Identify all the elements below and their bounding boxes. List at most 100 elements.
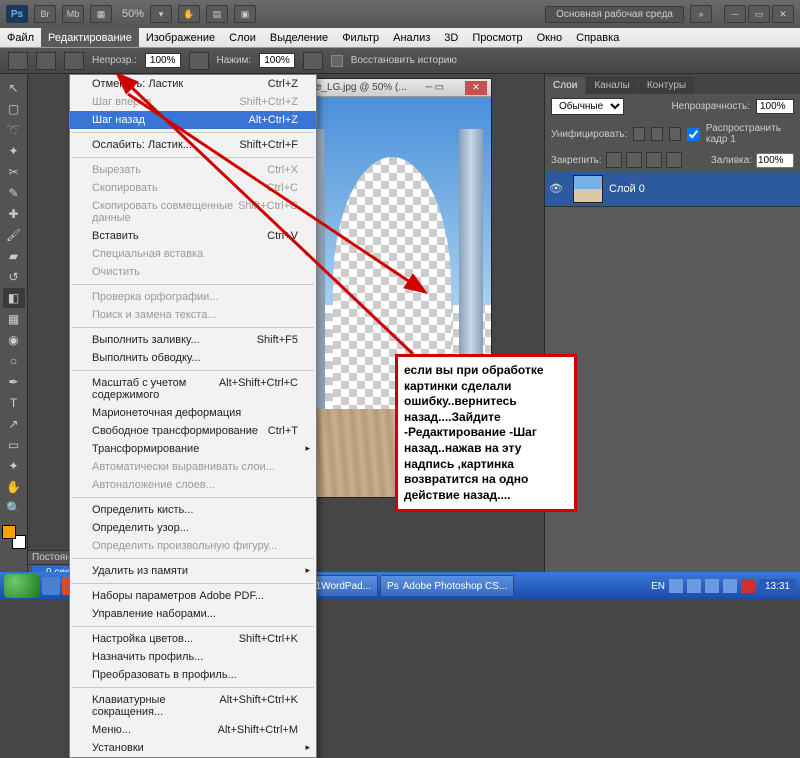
menu-edit[interactable]: Редактирование <box>41 28 139 47</box>
pressure-opacity-icon[interactable] <box>189 52 209 70</box>
menu-item[interactable]: Наборы параметров Adobe PDF... <box>70 587 316 605</box>
menu-item[interactable]: Удалить из памяти <box>70 562 316 580</box>
menu-file[interactable]: Файл <box>0 28 41 47</box>
unify-style-icon[interactable] <box>669 127 681 141</box>
menu-view[interactable]: Просмотр <box>465 28 529 47</box>
brush-size-icon[interactable] <box>36 52 56 70</box>
menu-item[interactable]: Установки <box>70 739 316 757</box>
wand-tool-icon[interactable]: ✦ <box>3 141 25 161</box>
menu-3d[interactable]: 3D <box>437 28 465 47</box>
lock-paint-icon[interactable] <box>626 152 642 168</box>
quick-launch-icon[interactable] <box>42 577 60 595</box>
healing-tool-icon[interactable]: ✚ <box>3 204 25 224</box>
taskbar-item-photoshop[interactable]: PsAdobe Photoshop CS... <box>380 575 514 597</box>
minimize-icon[interactable]: ─ <box>724 5 746 23</box>
menu-item[interactable]: Настройка цветов...Shift+Ctrl+K <box>70 630 316 648</box>
blur-tool-icon[interactable]: ◉ <box>3 330 25 350</box>
menu-help[interactable]: Справка <box>569 28 626 47</box>
tray-icon[interactable] <box>741 579 755 593</box>
blend-mode-select[interactable]: Обычные <box>551 98 624 115</box>
tray-icon[interactable] <box>705 579 719 593</box>
doc-close-icon[interactable]: ✕ <box>465 81 487 95</box>
close-icon[interactable]: ✕ <box>772 5 794 23</box>
menu-layers[interactable]: Слои <box>222 28 263 47</box>
screen-mode-icon[interactable]: ▣ <box>234 5 256 23</box>
lock-all-icon[interactable] <box>666 152 682 168</box>
marquee-tool-icon[interactable]: ▢ <box>3 99 25 119</box>
restore-history-checkbox[interactable] <box>331 55 343 67</box>
brush-panel-icon[interactable] <box>64 52 84 70</box>
menu-item[interactable]: Клавиатурные сокращения...Alt+Shift+Ctrl… <box>70 691 316 721</box>
menu-item[interactable]: Назначить профиль... <box>70 648 316 666</box>
color-picker[interactable] <box>2 525 26 549</box>
zoom-tool-icon[interactable]: 🔍 <box>3 498 25 518</box>
menu-select[interactable]: Выделение <box>263 28 335 47</box>
brush-tool-icon[interactable]: 🖌 <box>3 225 25 245</box>
minibridge-icon[interactable]: Mb <box>62 5 84 23</box>
menu-item[interactable]: Определить узор... <box>70 519 316 537</box>
layer-row[interactable]: 👁 Слой 0 <box>545 171 800 207</box>
crop-tool-icon[interactable]: ✂ <box>3 162 25 182</box>
arrange-icon[interactable]: ▤ <box>206 5 228 23</box>
menu-analysis[interactable]: Анализ <box>386 28 437 47</box>
menu-window[interactable]: Окно <box>530 28 570 47</box>
menu-item[interactable]: Масштаб с учетом содержимогоAlt+Shift+Ct… <box>70 374 316 404</box>
fill-field[interactable] <box>756 153 794 168</box>
chevrons-icon[interactable]: » <box>690 5 712 23</box>
start-button[interactable] <box>4 574 40 598</box>
toolbox: ↖ ▢ ➰ ✦ ✂ ✎ ✚ 🖌 ▰ ↺ ◧ ▦ ◉ ○ ✒ T ↗ ▭ ✦ ✋ … <box>0 74 28 580</box>
layer-thumbnail[interactable] <box>573 175 603 203</box>
menu-image[interactable]: Изображение <box>139 28 222 47</box>
layer-opacity-field[interactable] <box>756 99 794 114</box>
type-tool-icon[interactable]: T <box>3 393 25 413</box>
menu-item[interactable]: Определить кисть... <box>70 501 316 519</box>
move-tool-icon[interactable]: ↖ <box>3 78 25 98</box>
hand-tool-icon[interactable]: ✋ <box>178 5 200 23</box>
menu-item[interactable]: Меню...Alt+Shift+Ctrl+M <box>70 721 316 739</box>
dodge-tool-icon[interactable]: ○ <box>3 351 25 371</box>
3d-tool-icon[interactable]: ✦ <box>3 456 25 476</box>
zoom-dropdown-icon[interactable]: ▾ <box>150 5 172 23</box>
hand-tool-icon[interactable]: ✋ <box>3 477 25 497</box>
propagate-checkbox[interactable] <box>687 128 700 141</box>
maximize-icon[interactable]: ▭ <box>748 5 770 23</box>
menu-item[interactable]: Марионеточная деформация <box>70 404 316 422</box>
menu-filter[interactable]: Фильтр <box>335 28 386 47</box>
tray-icon[interactable] <box>669 579 683 593</box>
unify-pos-icon[interactable] <box>633 127 645 141</box>
tray-icon[interactable] <box>687 579 701 593</box>
lock-position-icon[interactable] <box>646 152 662 168</box>
layer-visibility-icon[interactable]: 👁 <box>545 182 567 195</box>
eraser-tool-icon[interactable]: ◧ <box>3 288 25 308</box>
gradient-tool-icon[interactable]: ▦ <box>3 309 25 329</box>
menu-item[interactable]: Свободное трансформированиеCtrl+T <box>70 422 316 440</box>
menu-item[interactable]: Трансформирование <box>70 440 316 458</box>
brush-preset-icon[interactable] <box>8 52 28 70</box>
lock-transparency-icon[interactable] <box>606 152 622 168</box>
workspace-switcher[interactable]: Основная рабочая среда <box>545 6 684 23</box>
tray-icon[interactable] <box>723 579 737 593</box>
shape-tool-icon[interactable]: ▭ <box>3 435 25 455</box>
tab-channels[interactable]: Каналы <box>586 77 638 94</box>
pen-tool-icon[interactable]: ✒ <box>3 372 25 392</box>
layer-name[interactable]: Слой 0 <box>609 183 645 195</box>
opacity-field[interactable]: 100% <box>145 53 181 68</box>
fg-color-swatch[interactable] <box>2 525 16 539</box>
menu-item[interactable]: Управление наборами... <box>70 605 316 623</box>
airbrush-icon[interactable] <box>303 52 323 70</box>
path-tool-icon[interactable]: ↗ <box>3 414 25 434</box>
stamp-tool-icon[interactable]: ▰ <box>3 246 25 266</box>
unify-vis-icon[interactable] <box>651 127 663 141</box>
menu-item[interactable]: Преобразовать в профиль... <box>70 666 316 684</box>
flow-field[interactable]: 100% <box>259 53 295 68</box>
lasso-tool-icon[interactable]: ➰ <box>3 120 25 140</box>
tab-paths[interactable]: Контуры <box>639 77 694 94</box>
history-brush-icon[interactable]: ↺ <box>3 267 25 287</box>
bridge-icon[interactable]: Br <box>34 5 56 23</box>
language-indicator[interactable]: EN <box>651 581 665 592</box>
clock[interactable]: 13:31 <box>759 579 796 594</box>
view-extras-icon[interactable]: ▦ <box>90 5 112 23</box>
zoom-level[interactable]: 50% <box>122 8 144 20</box>
eyedropper-tool-icon[interactable]: ✎ <box>3 183 25 203</box>
tab-layers[interactable]: Слои <box>545 77 585 94</box>
